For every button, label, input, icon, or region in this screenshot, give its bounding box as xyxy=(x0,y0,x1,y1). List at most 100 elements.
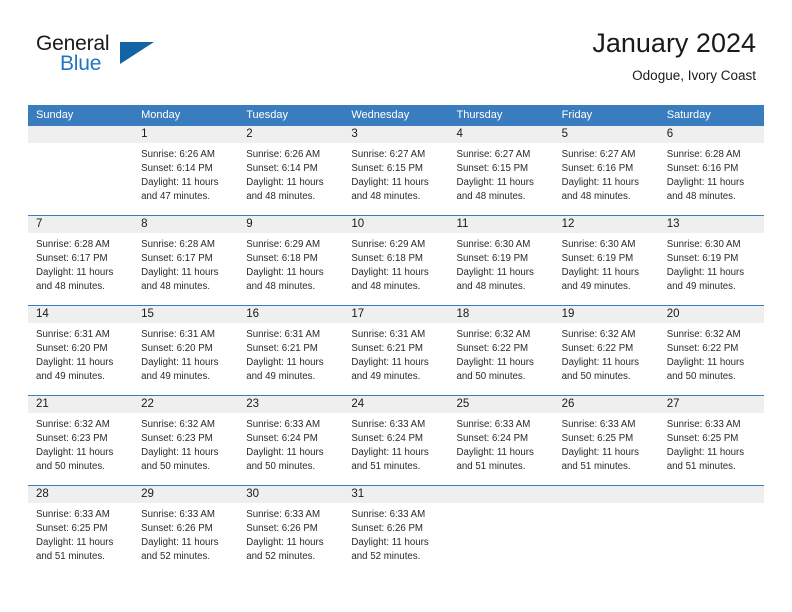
day-details: Sunrise: 6:27 AM Sunset: 6:15 PM Daylight:… xyxy=(449,143,554,204)
title-block: January 2024 Odogue, Ivory Coast xyxy=(592,26,756,86)
day-cell-empty xyxy=(28,126,134,215)
sunrise-time: Sunrise: 6:28 AM xyxy=(36,239,110,250)
daylight-duration-line2: and 51 minutes. xyxy=(456,461,526,473)
day-details: Sunrise: 6:30 AM Sunset: 6:19 PM Daylight:… xyxy=(554,233,659,294)
day-number: 31 xyxy=(343,486,449,503)
daylight-duration-line2: and 48 minutes. xyxy=(351,191,421,203)
general-blue-logo[interactable]: General Blue xyxy=(36,32,186,84)
day-cell[interactable]: 10 Sunrise: 6:29 AM Sunset: 6:18 PM Dayligh… xyxy=(343,216,449,305)
page-header: General Blue January 2024 Odogue, Ivory … xyxy=(0,0,792,100)
day-details: Sunrise: 6:33 AM Sunset: 6:25 PM Daylight:… xyxy=(554,413,659,474)
sunrise-time: Sunrise: 6:31 AM xyxy=(246,329,321,340)
day-cell[interactable]: 16 Sunrise: 6:31 AM Sunset: 6:21 PM Dayligh… xyxy=(238,306,344,395)
day-details xyxy=(449,503,554,508)
sunrise-time: Sunrise: 6:33 AM xyxy=(666,419,741,430)
day-cell[interactable]: 7 Sunrise: 6:28 AM Sunset: 6:17 PM Daylight… xyxy=(28,216,134,305)
daylight-duration-line1: Daylight: 11 hours xyxy=(351,357,429,369)
sunset-time: Sunset: 6:19 PM xyxy=(666,253,739,265)
weekday-header-friday: Friday xyxy=(561,109,593,121)
day-cell[interactable]: 8 Sunrise: 6:28 AM Sunset: 6:17 PM Daylight… xyxy=(133,216,239,305)
sunset-time: Sunset: 6:26 PM xyxy=(351,523,423,535)
sunrise-time: Sunrise: 6:30 AM xyxy=(666,239,741,250)
day-cell[interactable]: 24 Sunrise: 6:33 AM Sunset: 6:24 PM Dayligh… xyxy=(343,396,449,485)
day-number: 28 xyxy=(28,486,134,503)
calendar-page: General Blue January 2024 Odogue, Ivory … xyxy=(0,0,792,612)
daylight-duration-line1: Daylight: 11 hours xyxy=(666,177,745,189)
daylight-duration-line1: Daylight: 11 hours xyxy=(456,267,534,279)
sunrise-time: Sunrise: 6:29 AM xyxy=(246,239,321,250)
day-cell[interactable]: 29 Sunrise: 6:33 AM Sunset: 6:26 PM Dayligh… xyxy=(133,486,239,575)
day-number: 7 xyxy=(28,216,134,233)
day-number xyxy=(553,486,659,503)
day-cell[interactable]: 19 Sunrise: 6:32 AM Sunset: 6:22 PM Dayligh… xyxy=(553,306,659,395)
sunset-time: Sunset: 6:15 PM xyxy=(456,163,529,175)
sunset-time: Sunset: 6:23 PM xyxy=(141,433,213,445)
day-cell[interactable]: 22 Sunrise: 6:32 AM Sunset: 6:23 PM Dayligh… xyxy=(133,396,239,485)
day-cell[interactable]: 30 Sunrise: 6:33 AM Sunset: 6:26 PM Dayligh… xyxy=(238,486,344,575)
day-details xyxy=(28,143,133,148)
day-cell[interactable]: 6 Sunrise: 6:28 AM Sunset: 6:16 PM Daylight… xyxy=(658,126,764,215)
daylight-duration-line2: and 51 minutes. xyxy=(351,461,421,473)
day-cell[interactable]: 5 Sunrise: 6:27 AM Sunset: 6:16 PM Daylight… xyxy=(553,126,659,215)
day-details: Sunrise: 6:33 AM Sunset: 6:26 PM Daylight:… xyxy=(133,503,238,564)
weekday-header-row: Sunday Monday Tuesday Wednesday Thursday… xyxy=(28,105,764,126)
day-number: 15 xyxy=(133,306,239,323)
day-cell[interactable]: 26 Sunrise: 6:33 AM Sunset: 6:25 PM Dayligh… xyxy=(553,396,659,485)
day-cell[interactable]: 17 Sunrise: 6:31 AM Sunset: 6:21 PM Dayligh… xyxy=(343,306,449,395)
sunrise-time: Sunrise: 6:33 AM xyxy=(141,509,215,520)
day-number: 12 xyxy=(553,216,659,233)
day-number: 22 xyxy=(133,396,239,413)
day-cell[interactable]: 15 Sunrise: 6:31 AM Sunset: 6:20 PM Dayligh… xyxy=(133,306,239,395)
day-cell[interactable]: 31 Sunrise: 6:33 AM Sunset: 6:26 PM Dayligh… xyxy=(343,486,449,575)
sunrise-time: Sunrise: 6:32 AM xyxy=(456,329,531,340)
sunset-time: Sunset: 6:26 PM xyxy=(141,523,213,535)
sunset-time: Sunset: 6:25 PM xyxy=(666,433,739,445)
day-cell[interactable]: 20 Sunrise: 6:32 AM Sunset: 6:22 PM Dayligh… xyxy=(658,306,764,395)
location-subtitle: Odogue, Ivory Coast xyxy=(632,68,756,83)
sunset-time: Sunset: 6:21 PM xyxy=(351,343,423,355)
weekday-header-saturday: Saturday xyxy=(666,109,711,121)
sunset-time: Sunset: 6:26 PM xyxy=(246,523,318,535)
day-cell[interactable]: 12 Sunrise: 6:30 AM Sunset: 6:19 PM Dayligh… xyxy=(553,216,659,305)
day-details: Sunrise: 6:29 AM Sunset: 6:18 PM Daylight:… xyxy=(343,233,448,294)
day-cell[interactable]: 23 Sunrise: 6:33 AM Sunset: 6:24 PM Dayligh… xyxy=(238,396,344,485)
day-cell-empty xyxy=(448,486,554,575)
day-cell[interactable]: 4 Sunrise: 6:27 AM Sunset: 6:15 PM Daylight… xyxy=(448,126,554,215)
sunset-time: Sunset: 6:24 PM xyxy=(456,433,529,445)
day-number: 13 xyxy=(658,216,764,233)
sunset-time: Sunset: 6:22 PM xyxy=(561,343,634,355)
day-details: Sunrise: 6:32 AM Sunset: 6:23 PM Daylight:… xyxy=(133,413,238,474)
sunset-time: Sunset: 6:25 PM xyxy=(36,523,108,535)
day-number: 18 xyxy=(448,306,554,323)
sunset-time: Sunset: 6:17 PM xyxy=(141,253,213,265)
day-number: 26 xyxy=(553,396,659,413)
daylight-duration-line1: Daylight: 11 hours xyxy=(246,267,324,279)
day-cell[interactable]: 2 Sunrise: 6:26 AM Sunset: 6:14 PM Daylight… xyxy=(238,126,344,215)
sunset-time: Sunset: 6:16 PM xyxy=(666,163,739,175)
day-cell[interactable]: 21 Sunrise: 6:32 AM Sunset: 6:23 PM Dayligh… xyxy=(28,396,134,485)
day-cell[interactable]: 13 Sunrise: 6:30 AM Sunset: 6:19 PM Dayligh… xyxy=(658,216,764,305)
day-cell[interactable]: 27 Sunrise: 6:33 AM Sunset: 6:25 PM Dayligh… xyxy=(658,396,764,485)
day-cell[interactable]: 18 Sunrise: 6:32 AM Sunset: 6:22 PM Dayligh… xyxy=(448,306,554,395)
daylight-duration-line1: Daylight: 11 hours xyxy=(666,357,745,369)
daylight-duration-line1: Daylight: 11 hours xyxy=(351,177,429,189)
sunrise-time: Sunrise: 6:28 AM xyxy=(666,149,741,160)
sunrise-time: Sunrise: 6:32 AM xyxy=(561,329,636,340)
day-cell[interactable]: 14 Sunrise: 6:31 AM Sunset: 6:20 PM Dayligh… xyxy=(28,306,134,395)
day-cell[interactable]: 3 Sunrise: 6:27 AM Sunset: 6:15 PM Daylight… xyxy=(343,126,449,215)
sunset-time: Sunset: 6:19 PM xyxy=(561,253,634,265)
weekday-header-monday: Monday xyxy=(141,109,181,121)
day-number: 20 xyxy=(658,306,764,323)
day-number: 3 xyxy=(343,126,449,143)
day-cell[interactable]: 11 Sunrise: 6:30 AM Sunset: 6:19 PM Dayligh… xyxy=(448,216,554,305)
sunrise-time: Sunrise: 6:30 AM xyxy=(456,239,531,250)
daylight-duration-line2: and 48 minutes. xyxy=(246,281,316,293)
daylight-duration-line1: Daylight: 11 hours xyxy=(36,357,114,369)
day-details: Sunrise: 6:30 AM Sunset: 6:19 PM Daylight:… xyxy=(449,233,554,294)
day-cell[interactable]: 25 Sunrise: 6:33 AM Sunset: 6:24 PM Dayligh… xyxy=(448,396,554,485)
day-cell[interactable]: 28 Sunrise: 6:33 AM Sunset: 6:25 PM Dayligh… xyxy=(28,486,134,575)
day-cell[interactable]: 9 Sunrise: 6:29 AM Sunset: 6:18 PM Daylight… xyxy=(238,216,344,305)
day-cell[interactable]: 1 Sunrise: 6:26 AM Sunset: 6:14 PM Daylight… xyxy=(133,126,239,215)
day-number: 9 xyxy=(238,216,344,233)
daylight-duration-line2: and 52 minutes. xyxy=(351,551,421,563)
